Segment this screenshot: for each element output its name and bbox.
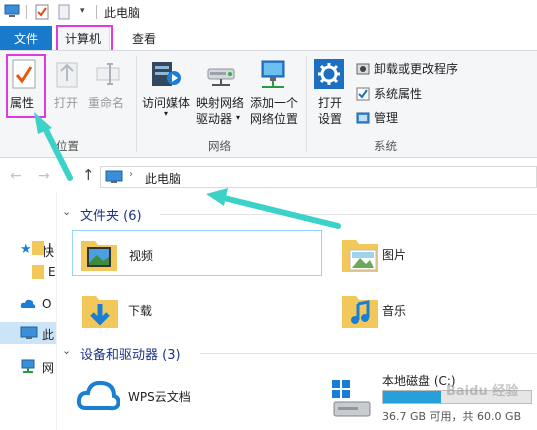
arrow-to-address xyxy=(206,188,341,229)
arrow-to-properties xyxy=(34,112,73,181)
annotation-arrows xyxy=(34,112,341,229)
